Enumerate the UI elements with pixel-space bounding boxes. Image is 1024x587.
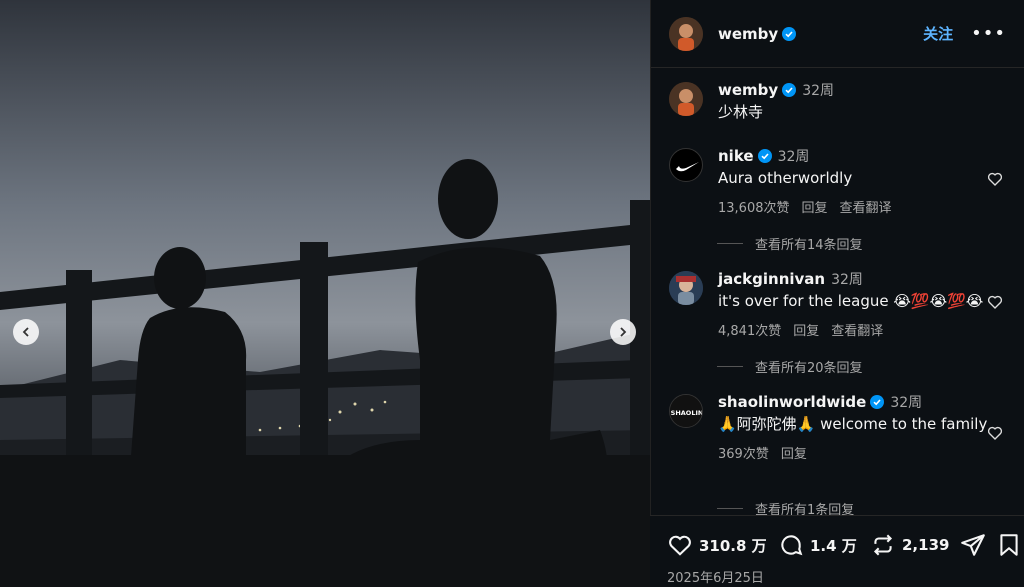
share-button[interactable]: [960, 532, 992, 558]
commenter-username[interactable]: jackginnivan: [718, 270, 825, 288]
author-avatar[interactable]: [669, 16, 703, 51]
like-count[interactable]: 13,608次赞: [718, 201, 790, 216]
comment-text: it's over for the league 😭💯😭💯😭: [718, 292, 984, 310]
comment-button[interactable]: 1.4 万: [778, 532, 857, 558]
post-date: 2025年6月25日: [667, 571, 764, 586]
heart-icon[interactable]: [986, 293, 1004, 311]
verified-badge-icon: [782, 83, 797, 97]
translate-button[interactable]: 查看翻译: [831, 324, 883, 339]
caption-text: 少林寺: [718, 103, 764, 121]
commenter-avatar[interactable]: SHAOLIN: [669, 394, 703, 428]
view-replies-link[interactable]: 查看所有14条回复: [717, 234, 863, 253]
comment-item: nike 32周 Aura otherworldly 13,608次赞 回复 查看翻译: [669, 146, 1006, 216]
like-count[interactable]: 369次赞: [718, 447, 769, 462]
chevron-right-icon: [620, 327, 627, 337]
translate-button[interactable]: 查看翻译: [840, 201, 892, 216]
heart-icon: [669, 535, 691, 556]
like-button[interactable]: 310.8 万: [667, 532, 767, 558]
caption-username[interactable]: wemby: [718, 81, 778, 99]
reply-button[interactable]: 回复: [781, 447, 807, 462]
post-photo: [0, 0, 650, 587]
shaolin-logo: SHAOLIN: [670, 395, 703, 427]
comment-time: 32周: [777, 149, 810, 165]
action-bar: 310.8 万 1.4 万 2,139 2025年6月25日: [650, 515, 1024, 587]
comment-time: 32周: [831, 272, 863, 288]
verified-badge-icon: [870, 395, 885, 409]
send-icon: [961, 534, 985, 556]
comment-text: Aura otherworldly: [718, 169, 853, 187]
reply-button[interactable]: 回复: [793, 324, 819, 339]
comment-item: SHAOLIN shaolinworldwide 32周 🙏阿弥陀佛🙏 welco…: [669, 392, 1006, 462]
avatar-image: [669, 82, 703, 116]
commenter-username[interactable]: shaolinworldwide: [718, 393, 866, 411]
author-username[interactable]: wemby: [718, 25, 778, 43]
save-button[interactable]: [996, 532, 1024, 558]
bookmark-icon: [1000, 534, 1018, 556]
post-header: wemby 关注 •••: [651, 0, 1024, 68]
comment-icon: [781, 535, 803, 556]
caption-time: 32周: [802, 83, 835, 99]
commenter-username[interactable]: nike: [718, 147, 754, 165]
commenter-avatar[interactable]: [669, 148, 703, 182]
heart-icon[interactable]: [986, 424, 1004, 442]
commenter-avatar[interactable]: [669, 271, 703, 305]
heart-icon[interactable]: [986, 170, 1004, 188]
view-replies-link[interactable]: 查看所有20条回复: [717, 357, 863, 376]
like-count[interactable]: 4,841次赞: [718, 324, 781, 339]
chevron-left-icon: [22, 327, 29, 337]
post-side-panel: wemby 关注 ••• wemby 32周 少林寺 nike 32周 Aura o…: [650, 0, 1024, 587]
author-avatar[interactable]: [669, 82, 703, 116]
follow-button[interactable]: 关注: [923, 23, 953, 44]
verified-badge-icon: [757, 149, 772, 163]
avatar-image: [669, 16, 703, 51]
repost-icon: [873, 534, 893, 556]
comment-text: 🙏阿弥陀佛🙏 welcome to the family: [718, 415, 988, 433]
silhouette-image: [0, 0, 650, 587]
repost-button[interactable]: 2,139: [870, 532, 949, 558]
avatar-image: [669, 271, 703, 305]
reply-button[interactable]: 回复: [802, 201, 828, 216]
comments-list: wemby 32周 少林寺 nike 32周 Aura otherworldly 1…: [651, 68, 1024, 515]
like-count: 310.8 万: [699, 536, 767, 555]
comment-time: 32周: [890, 395, 923, 411]
nike-swoosh-icon: [676, 162, 699, 172]
verified-badge-icon: [782, 26, 797, 41]
view-replies-link[interactable]: 查看所有1条回复: [717, 499, 854, 515]
comment-item: jackginnivan 32周 it's over for the league…: [669, 269, 1006, 339]
next-image-button[interactable]: [610, 319, 636, 345]
repost-count: 2,139: [902, 536, 950, 554]
previous-image-button[interactable]: [13, 319, 39, 345]
post-caption: wemby 32周 少林寺: [669, 80, 1006, 123]
more-options-icon[interactable]: •••: [971, 23, 1006, 44]
comment-count: 1.4 万: [810, 536, 857, 555]
shaolin-logo-text: SHAOLIN: [671, 409, 703, 417]
